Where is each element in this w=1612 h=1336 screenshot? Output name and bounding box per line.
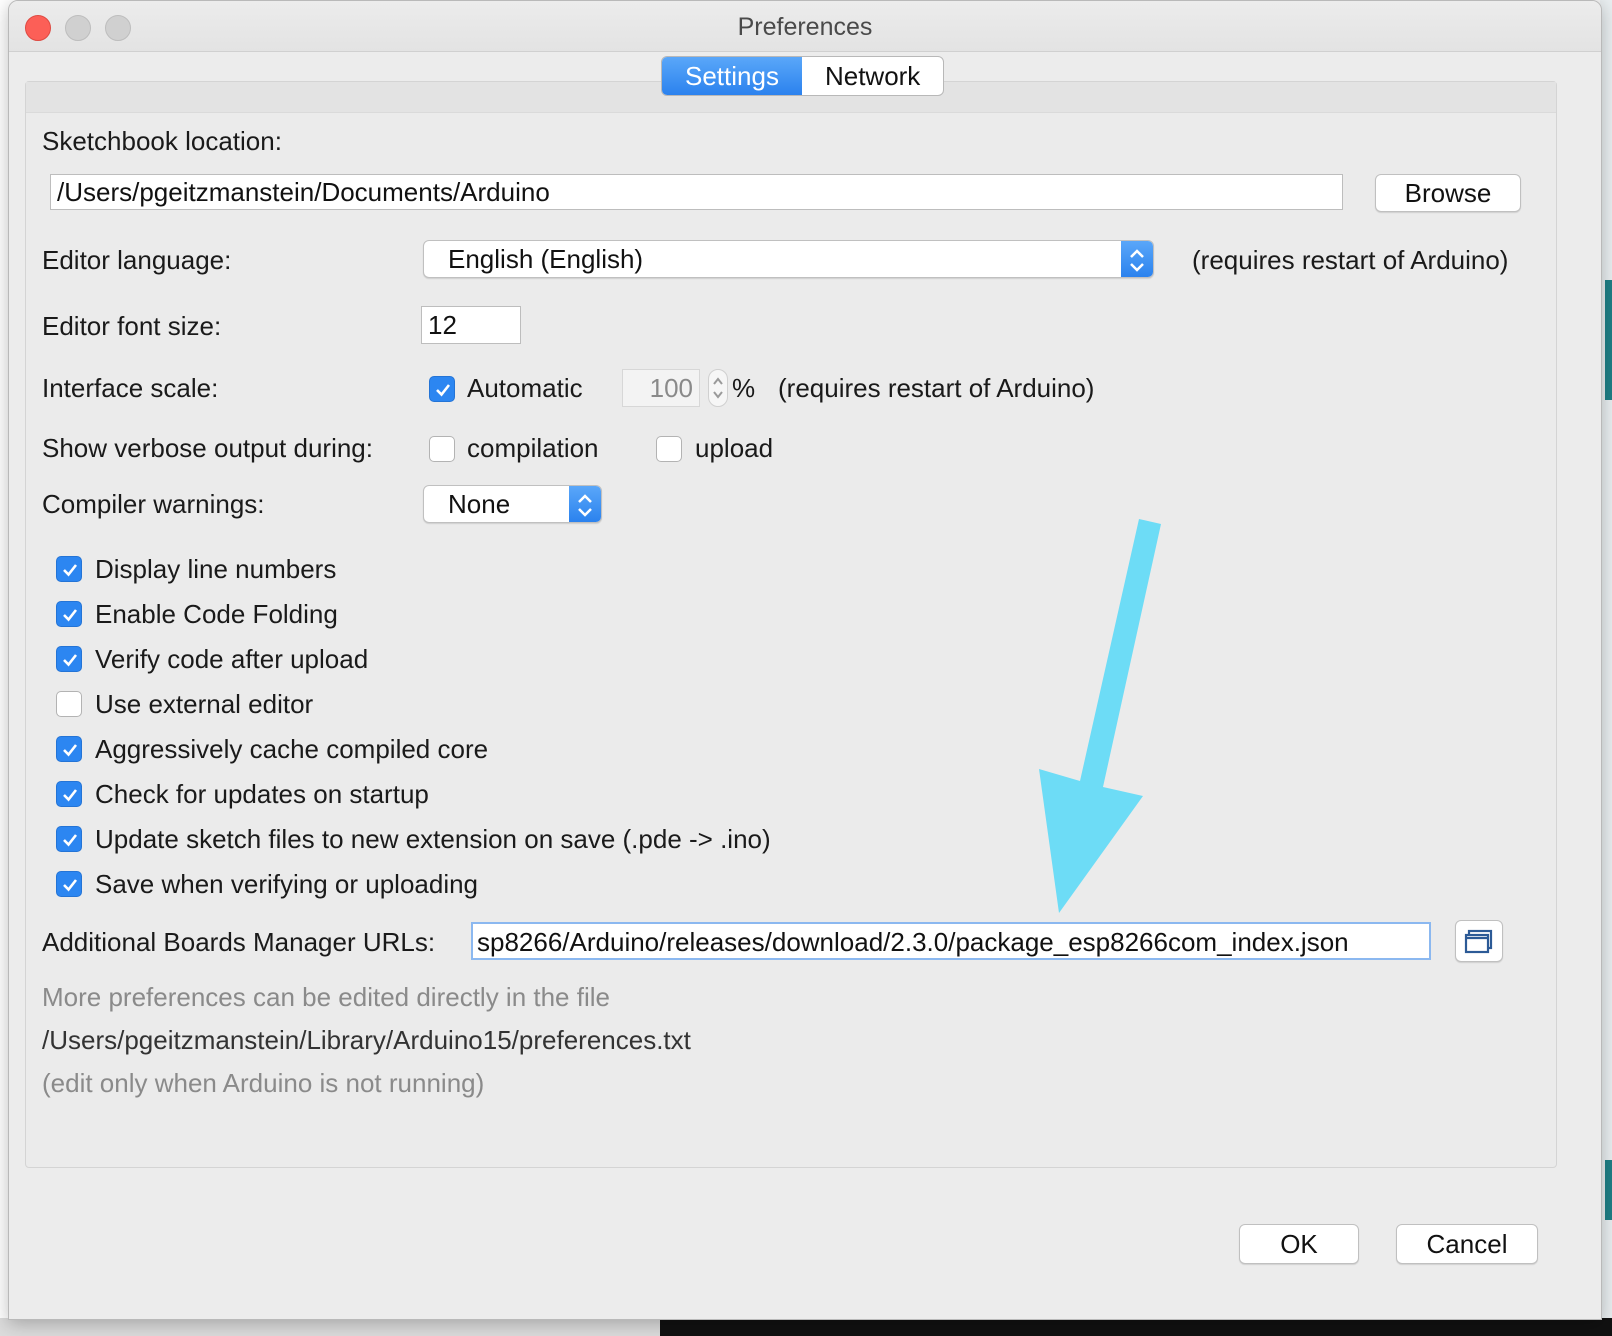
display-line-numbers-checkbox[interactable]	[56, 556, 82, 582]
edit-urls-button[interactable]	[1455, 920, 1503, 962]
background-accent	[1605, 280, 1612, 400]
editor-language-value: English (English)	[448, 244, 644, 274]
preferences-edit-warning: (edit only when Arduino is not running)	[42, 1068, 485, 1098]
select-stepper-icon	[1121, 241, 1153, 277]
scale-stepper-icon[interactable]	[708, 369, 728, 407]
editor-language-select[interactable]: English (English)	[423, 240, 1154, 278]
sketchbook-path-field[interactable]: /Users/pgeitzmanstein/Documents/Arduino	[50, 174, 1343, 210]
option-label: Use external editor	[95, 689, 314, 719]
font-size-field[interactable]: 12	[421, 306, 521, 344]
title-bar: Preferences	[9, 1, 1601, 52]
browse-button[interactable]: Browse	[1375, 174, 1521, 212]
interface-scale-label: Interface scale:	[42, 373, 219, 403]
verify-after-upload-checkbox[interactable]	[56, 646, 82, 672]
verbose-compilation-label: compilation	[467, 433, 599, 463]
option-label: Update sketch files to new extension on …	[95, 824, 771, 854]
compiler-warnings-value: None	[448, 489, 511, 519]
preferences-note: More preferences can be edited directly …	[42, 982, 610, 1012]
verbose-upload-label: upload	[695, 433, 774, 463]
cache-compiled-core-checkbox[interactable]	[56, 736, 82, 762]
update-extension-checkbox[interactable]	[56, 826, 82, 852]
enable-code-folding-checkbox[interactable]	[56, 601, 82, 627]
verbose-label: Show verbose output during:	[42, 433, 373, 463]
background-desktop	[660, 1318, 1612, 1336]
option-label: Display line numbers	[95, 554, 337, 584]
automatic-scale-checkbox[interactable]	[429, 376, 455, 402]
option-label: Enable Code Folding	[95, 599, 338, 629]
save-when-verifying-checkbox[interactable]	[56, 871, 82, 897]
preferences-window: Preferences Settings Network Sketchbook …	[8, 0, 1602, 1320]
scale-restart-note: (requires restart of Arduino)	[778, 373, 1095, 403]
window-title: Preferences	[737, 13, 873, 41]
option-label: Check for updates on startup	[95, 779, 429, 809]
use-external-editor-checkbox[interactable]	[56, 691, 82, 717]
editor-language-label: Editor language:	[42, 245, 232, 275]
boards-manager-label: Additional Boards Manager URLs:	[42, 927, 436, 957]
background-desktop	[0, 1318, 660, 1336]
font-size-label: Editor font size:	[42, 311, 222, 341]
compiler-warnings-select[interactable]: None	[423, 485, 602, 523]
language-restart-note: (requires restart of Arduino)	[1192, 245, 1509, 275]
scale-unit: %	[732, 373, 756, 403]
compiler-warnings-label: Compiler warnings:	[42, 489, 265, 519]
option-label: Save when verifying or uploading	[95, 869, 479, 899]
verbose-upload-checkbox[interactable]	[656, 436, 682, 462]
background-accent	[1605, 1160, 1612, 1220]
boards-manager-urls-field[interactable]: sp8266/Arduino/releases/download/2.3.0/p…	[471, 922, 1431, 960]
tab-settings[interactable]: Settings	[662, 57, 802, 95]
sketchbook-label: Sketchbook location:	[42, 126, 282, 156]
select-stepper-icon	[569, 486, 601, 522]
scale-value-field[interactable]: 100	[622, 369, 700, 407]
preferences-file-path: /Users/pgeitzmanstein/Library/Arduino15/…	[42, 1025, 691, 1055]
cancel-button[interactable]: Cancel	[1396, 1224, 1538, 1264]
settings-panel: Sketchbook location: /Users/pgeitzmanste…	[25, 81, 1557, 1168]
option-label: Verify code after upload	[95, 644, 369, 674]
tab-bar: Settings Network	[661, 56, 945, 96]
verbose-compilation-checkbox[interactable]	[429, 436, 455, 462]
option-label: Aggressively cache compiled core	[95, 734, 489, 764]
ok-button[interactable]: OK	[1239, 1224, 1359, 1264]
check-updates-checkbox[interactable]	[56, 781, 82, 807]
tab-network[interactable]: Network	[802, 57, 943, 95]
automatic-scale-label: Automatic	[467, 373, 583, 403]
window-list-icon	[1456, 929, 1502, 967]
